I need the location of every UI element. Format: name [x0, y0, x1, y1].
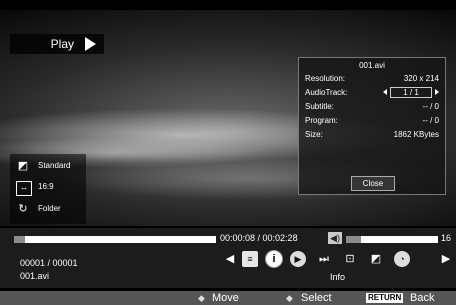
next-arrow-icon[interactable]: ▶	[438, 251, 454, 267]
current-file-name: 001.avi	[20, 271, 50, 281]
info-row-subtitle: Subtitle: -- / 0	[305, 102, 439, 113]
sleep-timer-icon[interactable]: ◔	[394, 251, 410, 267]
progress-fill	[14, 236, 25, 243]
left-arrow-icon[interactable]	[383, 89, 387, 95]
top-strip	[0, 0, 456, 10]
picture-mode-label: Standard	[38, 161, 71, 170]
resolution-label: Resolution:	[305, 74, 346, 83]
volume-value: 16	[441, 233, 452, 243]
program-value: -- / 0	[422, 116, 439, 125]
progress-bar[interactable]	[14, 236, 216, 243]
subtitle-label: Subtitle:	[305, 102, 334, 111]
volume-fill	[346, 236, 361, 243]
program-label: Program:	[305, 116, 338, 125]
volume-bar[interactable]	[346, 236, 438, 243]
play-label: Play	[50, 37, 74, 51]
aspect-ratio-icon: ↔	[16, 181, 32, 196]
play-icon	[85, 37, 96, 51]
aspect-ratio-item[interactable]: ↔ 16:9	[16, 179, 86, 197]
right-arrow-icon[interactable]	[435, 89, 439, 95]
remote-hints: ◆ Move ◆ Select RETURN Back	[0, 291, 456, 305]
info-icon[interactable]: i	[266, 251, 282, 267]
playlist-icon[interactable]: ≡	[242, 251, 258, 267]
audiotrack-selector[interactable]: 1 / 1	[383, 87, 439, 98]
audiotrack-label: AudioTrack:	[305, 88, 348, 97]
aspect-ratio-label: 16:9	[38, 182, 54, 191]
playback-controls: 00:00:08 / 00:02:28 ◀) 16 00001 / 00001 …	[0, 228, 456, 288]
size-label: Size:	[305, 130, 323, 139]
subtitle-value: -- / 0	[422, 102, 439, 111]
play-status: Play	[10, 34, 104, 54]
picture-mode-icon: ◩	[17, 160, 29, 172]
info-row-resolution: Resolution: 320 x 214	[305, 74, 439, 85]
volume-icon[interactable]: ◀)	[328, 232, 342, 244]
size-value: 1862 KBytes	[393, 130, 439, 139]
file-info-panel: 001.avi Resolution: 320 x 214 AudioTrack…	[298, 57, 446, 195]
picture-mode-icon[interactable]: ◩	[368, 251, 384, 267]
move-icon: ◆	[198, 293, 205, 303]
info-filename: 001.avi	[359, 61, 385, 70]
step-forward-icon[interactable]: ▶	[290, 251, 306, 267]
info-row-size: Size: 1862 KBytes	[305, 130, 439, 141]
time-label: 00:00:08 / 00:02:28	[220, 233, 298, 243]
file-count: 00001 / 00001	[20, 258, 78, 268]
back-hint[interactable]: Back	[410, 292, 434, 304]
info-row-audiotrack: AudioTrack: 1 / 1	[305, 87, 439, 99]
quick-settings-panel: ◩ Standard ↔ 16:9 ↻ Folder	[10, 154, 86, 224]
move-hint: Move	[212, 292, 239, 304]
repeat-mode-item[interactable]: ↻ Folder	[16, 201, 86, 219]
select-icon: ◆	[286, 293, 293, 303]
info-row-program: Program: -- / 0	[305, 116, 439, 127]
return-key-icon: RETURN	[366, 293, 404, 303]
close-button[interactable]: Close	[351, 176, 395, 191]
repeat-icon: ↻	[18, 203, 28, 215]
selected-control-caption: Info	[330, 272, 346, 282]
control-icons: ◀ ≡ i ▶ ⏭ ⊡ ◩ ◔ ▶	[222, 251, 456, 269]
audiotrack-value: 1 / 1	[390, 87, 432, 98]
next-track-icon[interactable]: ⏭	[316, 251, 332, 267]
resolution-value: 320 x 214	[403, 74, 439, 83]
repeat-mode-label: Folder	[38, 204, 61, 213]
aspect-ratio-icon[interactable]: ⊡	[342, 251, 358, 267]
picture-mode-item[interactable]: ◩ Standard	[16, 158, 86, 176]
prev-arrow-icon[interactable]: ◀	[222, 251, 238, 267]
select-hint: Select	[301, 292, 332, 304]
